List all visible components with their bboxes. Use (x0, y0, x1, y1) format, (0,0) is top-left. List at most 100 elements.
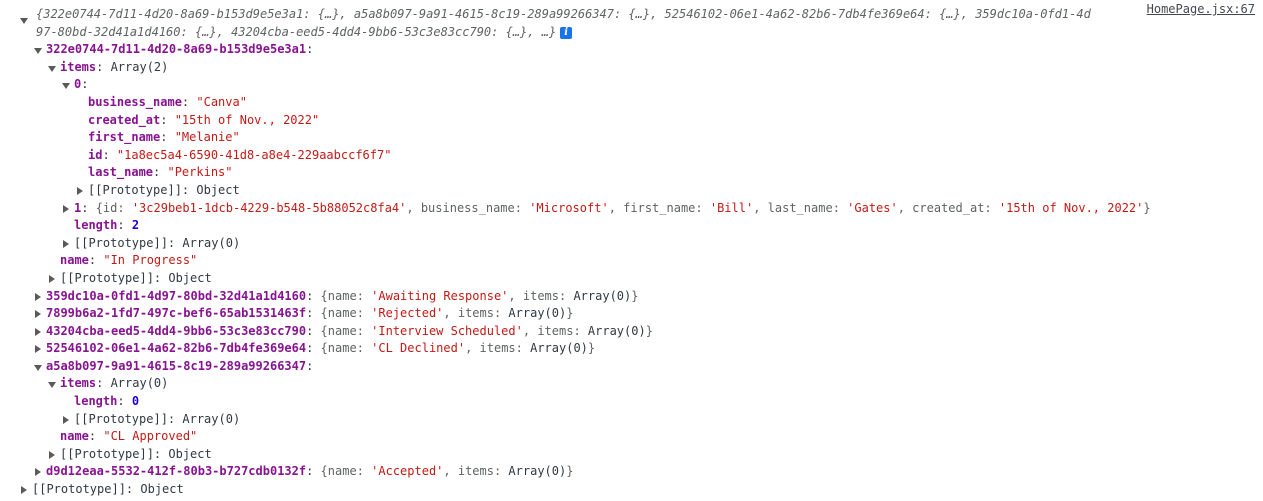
token-k-gray: { (95, 200, 103, 215)
tree-row-spacer (48, 432, 58, 442)
source-location-link[interactable]: HomePage.jsx:67 (1147, 2, 1255, 16)
tree-row[interactable]: 7899b6a2-1fd7-497c-bef6-65ab1531463f: {n… (0, 305, 1263, 323)
token-k-gray: { (320, 288, 328, 303)
token-punc: : (117, 218, 132, 233)
collapse-toggle-icon[interactable] (48, 63, 58, 73)
token-proto: [[Prototype]] (74, 235, 168, 250)
token-punc: : (117, 394, 132, 409)
tree-row[interactable]: [[Prototype]]: Object (0, 182, 1263, 200)
token-k-gray: name (327, 288, 357, 303)
tree-row[interactable]: [[Prototype]]: Object (0, 481, 1263, 499)
token-k-obj: a5a8b097-9a91-4615-8c19-289a99266347 (46, 358, 307, 373)
token-k-gray: , (443, 464, 458, 479)
token-v-obj: Array(0) (182, 235, 241, 250)
expand-toggle-icon[interactable] (34, 309, 44, 319)
expand-toggle-icon[interactable] (34, 292, 44, 302)
token-k-gray: : (984, 200, 999, 215)
tree-row-content: business_name: "Canva" (88, 94, 247, 112)
token-v-str: "Melanie" (174, 130, 240, 145)
token-k-gray: , (753, 200, 768, 215)
tree-row[interactable]: items: Array(2) (0, 59, 1263, 77)
token-k-gray: , (443, 306, 458, 321)
tree-row[interactable]: last_name: "Perkins" (0, 164, 1263, 182)
collapse-toggle-icon[interactable] (48, 379, 58, 389)
tree-row[interactable]: 1: {id: '3c29beb1-1dcb-4229-b548-5b88052… (0, 200, 1263, 218)
tree-row[interactable]: 0: (0, 76, 1263, 94)
token-k-gray: : (695, 200, 710, 215)
token-punc: : (88, 253, 104, 268)
devtools-console-panel: HomePage.jsx:67 {322e0744-7d11-4d20-8a69… (0, 0, 1263, 499)
token-punc: : (153, 446, 169, 461)
token-v-str: 'CL Declined' (371, 341, 466, 356)
tree-row-spacer (62, 397, 72, 407)
token-k-gray: name (327, 306, 357, 321)
token-k-gray: : (573, 323, 588, 338)
tree-row[interactable]: 359dc10a-0fd1-4d97-80bd-32d41a1d4160: {n… (0, 288, 1263, 306)
expand-toggle-icon[interactable] (62, 204, 72, 214)
token-k-obj: business_name (88, 94, 182, 109)
token-punc: : (306, 341, 321, 356)
expand-toggle-root-icon[interactable] (20, 15, 30, 25)
token-punc: : (181, 182, 197, 197)
tree-row[interactable]: items: Array(0) (0, 375, 1263, 393)
token-v-str: 'Bill' (709, 200, 754, 215)
tree-row-content: [[Prototype]]: Array(0) (74, 411, 240, 429)
tree-row[interactable]: [[Prototype]]: Object (0, 446, 1263, 464)
token-k-gray: } (566, 306, 574, 321)
token-punc: : (81, 77, 89, 92)
token-k-gray: : (515, 341, 531, 356)
tree-row[interactable]: [[Prototype]]: Array(0) (0, 411, 1263, 429)
tree-row[interactable]: d9d12eaa-5532-412f-80b3-b727cdb0132f: {n… (0, 463, 1263, 481)
expand-toggle-icon[interactable] (34, 344, 44, 354)
tree-row[interactable]: first_name: "Melanie" (0, 129, 1263, 147)
tree-row-content: [[Prototype]]: Array(0) (74, 235, 240, 253)
tree-row[interactable]: [[Prototype]]: Array(0) (0, 235, 1263, 253)
tree-row[interactable]: length: 2 (0, 217, 1263, 235)
tree-row[interactable]: business_name: "Canva" (0, 94, 1263, 112)
token-v-obj: Array(0) (182, 411, 241, 426)
token-k-obj: d9d12eaa-5532-412f-80b3-b727cdb0132f (46, 464, 307, 479)
token-punc: : (125, 482, 141, 497)
tree-row-content: length: 0 (74, 393, 139, 411)
tree-row-spacer (76, 168, 86, 178)
token-k-obj: first_name (88, 130, 161, 145)
tree-row[interactable]: 52546102-06e1-4a62-82b6-7db4fe369e64: {n… (0, 340, 1263, 358)
tree-row-content: last_name: "Perkins" (88, 164, 233, 182)
token-v-str: "Perkins" (167, 165, 233, 180)
tree-row[interactable]: 43204cba-eed5-4dd4-9bb6-53c3e83cc790: {n… (0, 323, 1263, 341)
collapse-toggle-icon[interactable] (62, 80, 72, 90)
tree-row[interactable]: name: "In Progress" (0, 252, 1263, 270)
expand-toggle-icon[interactable] (62, 415, 72, 425)
collapse-toggle-icon[interactable] (34, 362, 44, 372)
tree-row[interactable]: a5a8b097-9a91-4615-8c19-289a99266347: (0, 358, 1263, 376)
token-v-obj: Object (140, 482, 184, 497)
collapse-toggle-icon[interactable] (34, 45, 44, 55)
token-k-gray: items (457, 306, 494, 321)
tree-row-content: items: Array(2) (60, 59, 168, 77)
tree-row[interactable]: id: "1a8ec5a4-6590-41d8-a8e4-229aabccf6f… (0, 147, 1263, 165)
expand-toggle-icon[interactable] (34, 327, 44, 337)
token-v-str: 'Microsoft' (529, 200, 609, 215)
tree-row[interactable]: length: 0 (0, 393, 1263, 411)
token-k-gray: { (320, 323, 328, 338)
token-k-gray: , (406, 200, 421, 215)
token-v-obj: Object (168, 270, 212, 285)
expand-toggle-icon[interactable] (48, 450, 58, 460)
token-k-obj: name (60, 253, 89, 268)
tree-row[interactable]: 322e0744-7d11-4d20-8a69-b153d9e5e3a1: (0, 41, 1263, 59)
token-punc: : (96, 376, 111, 391)
expand-toggle-icon[interactable] (76, 186, 86, 196)
token-k-gray: , (897, 200, 913, 215)
expand-toggle-icon[interactable] (20, 485, 30, 495)
tree-row-spacer (76, 151, 86, 161)
tree-row[interactable]: created_at: "15th of Nov., 2022" (0, 112, 1263, 130)
expand-toggle-icon[interactable] (48, 274, 58, 284)
tree-row[interactable]: name: "CL Approved" (0, 428, 1263, 446)
tree-row-content: [[Prototype]]: Object (88, 182, 240, 200)
expand-toggle-icon[interactable] (62, 239, 72, 249)
object-property-tree: 322e0744-7d11-4d20-8a69-b153d9e5e3a1: ite… (0, 41, 1263, 498)
info-badge-icon[interactable]: i (560, 26, 573, 39)
tree-row[interactable]: [[Prototype]]: Object (0, 270, 1263, 288)
expand-toggle-icon[interactable] (34, 467, 44, 477)
object-preview-header: {322e0744-7d11-4d20-8a69-b153d9e5e3a1: {… (0, 6, 1263, 41)
